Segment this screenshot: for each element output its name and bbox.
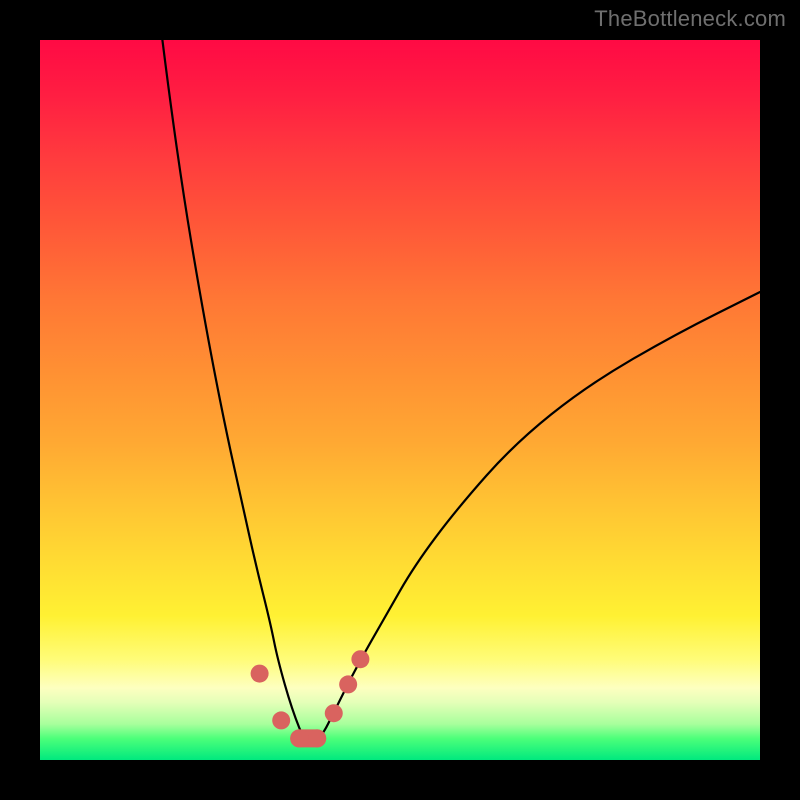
marker-group: [251, 650, 370, 747]
outer-frame: TheBottleneck.com: [0, 0, 800, 800]
bottleneck-curve: [162, 40, 760, 743]
marker-dot: [308, 729, 326, 747]
watermark-text: TheBottleneck.com: [594, 6, 786, 32]
marker-dot: [339, 675, 357, 693]
marker-dot: [272, 711, 290, 729]
marker-dot: [325, 704, 343, 722]
marker-dot: [290, 729, 308, 747]
marker-dot: [351, 650, 369, 668]
marker-dot: [251, 665, 269, 683]
chart-overlay: [40, 40, 760, 760]
